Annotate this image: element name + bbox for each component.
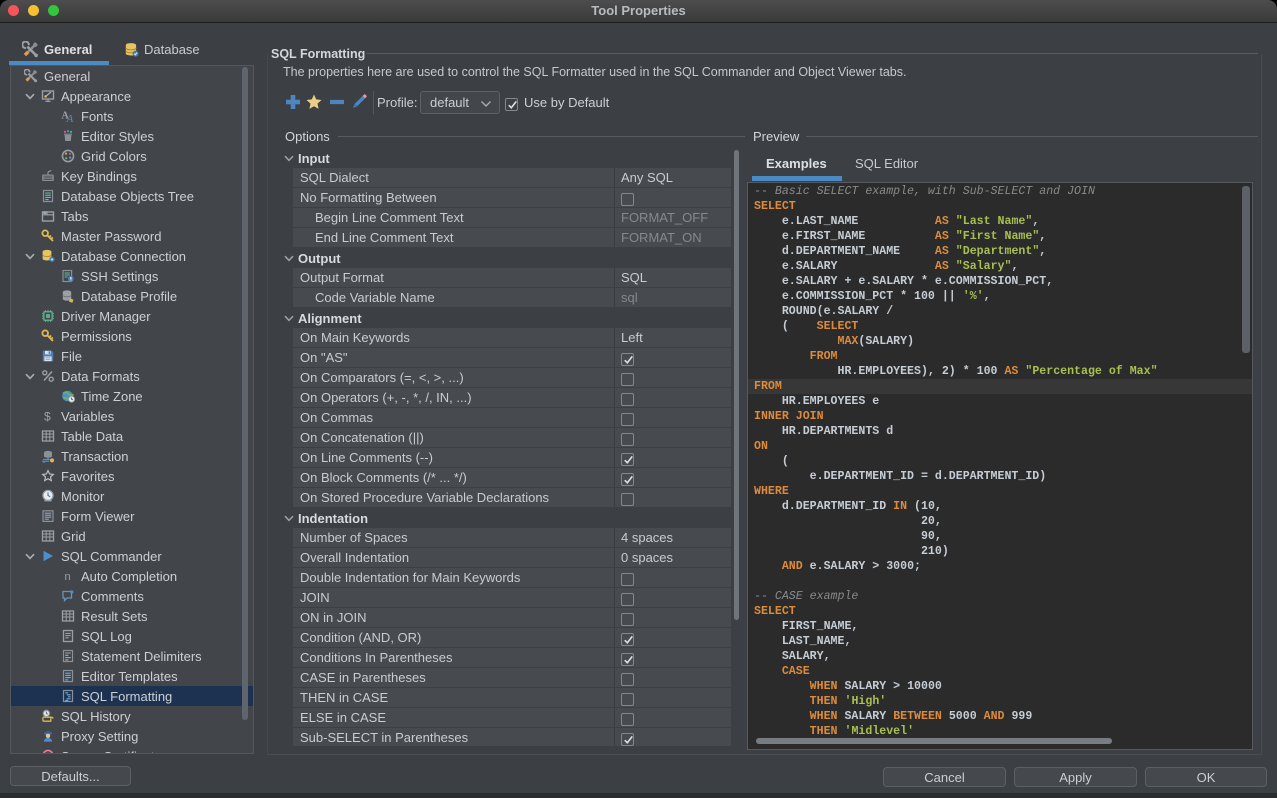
- svg-text:A: A: [66, 113, 74, 123]
- svg-text:n: n: [65, 571, 71, 583]
- svg-text:$: $: [44, 410, 51, 424]
